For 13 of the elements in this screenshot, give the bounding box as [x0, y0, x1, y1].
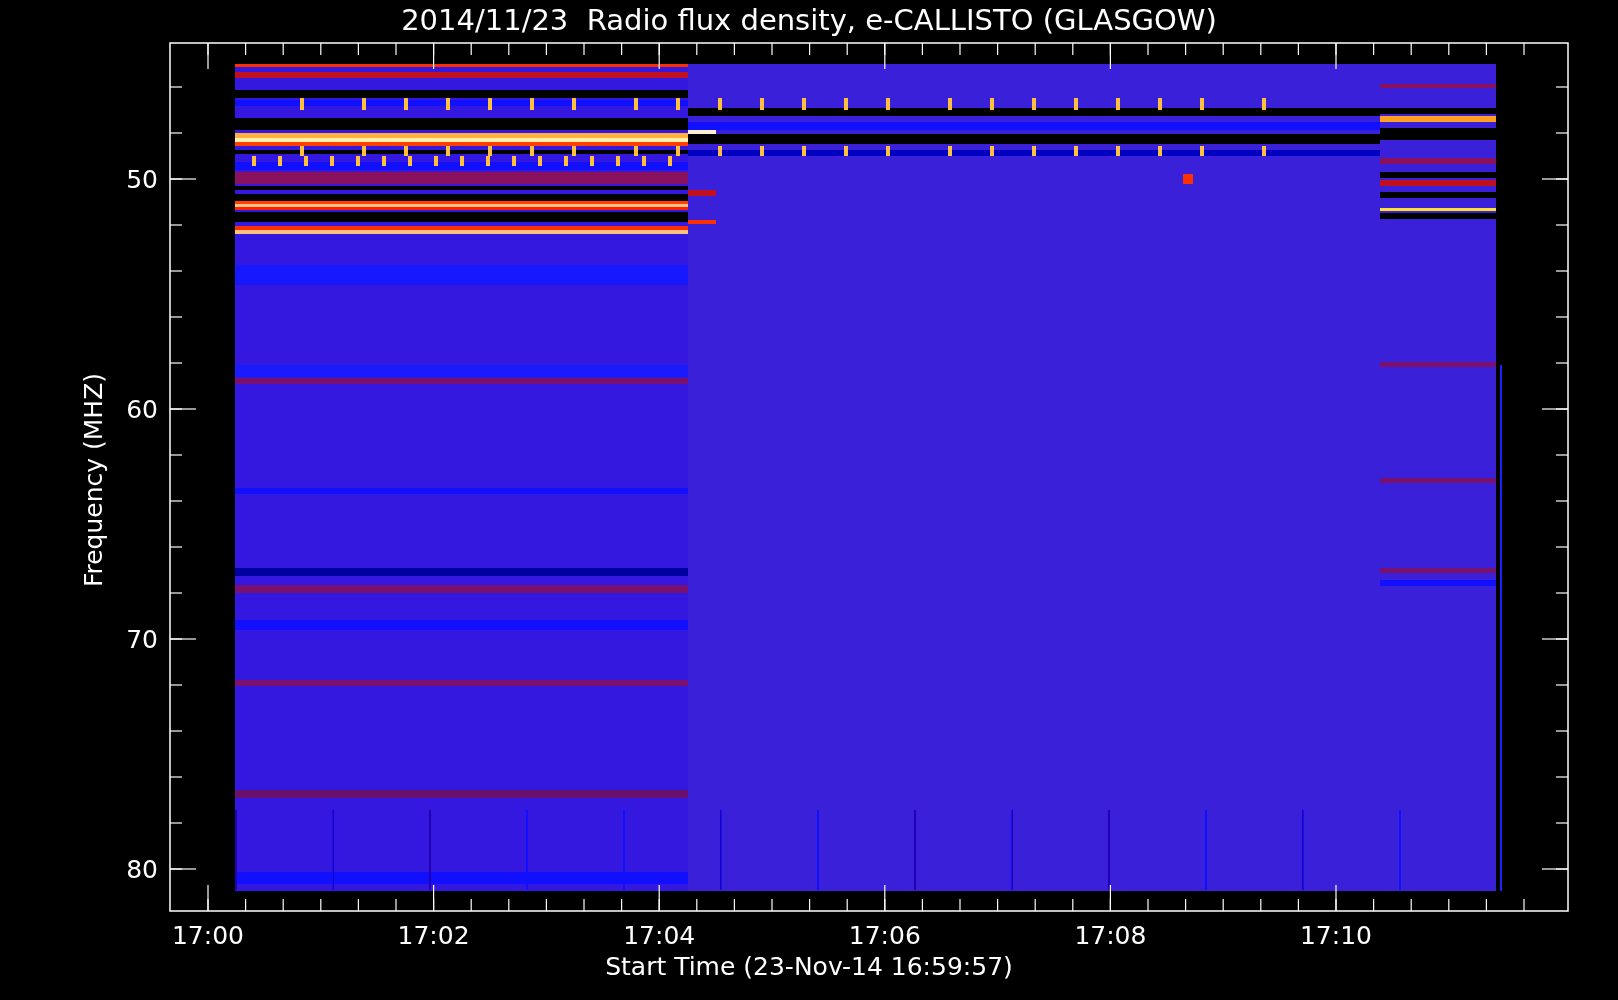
x-tick-label: 17:02 — [397, 921, 470, 950]
y-tick-label: 70 — [126, 625, 158, 654]
x-tick-label: 17:00 — [172, 921, 244, 950]
y-tick-label: 80 — [126, 855, 158, 884]
plot-title: 2014/11/23 Radio flux density, e-CALLISTO (GLASGOW) — [401, 3, 1217, 37]
x-tick-label: 17:04 — [623, 921, 696, 950]
y-tick-label: 50 — [126, 165, 158, 194]
x-axis-label: Start Time (23-Nov-14 16:59:57) — [605, 952, 1013, 981]
x-tick-label: 17:06 — [848, 921, 921, 950]
y-tick-label: 60 — [126, 395, 158, 424]
x-tick-label: 17:10 — [1300, 921, 1372, 950]
x-tick-label: 17:08 — [1074, 921, 1147, 950]
y-axis-label: Frequency (MHZ) — [79, 372, 108, 588]
